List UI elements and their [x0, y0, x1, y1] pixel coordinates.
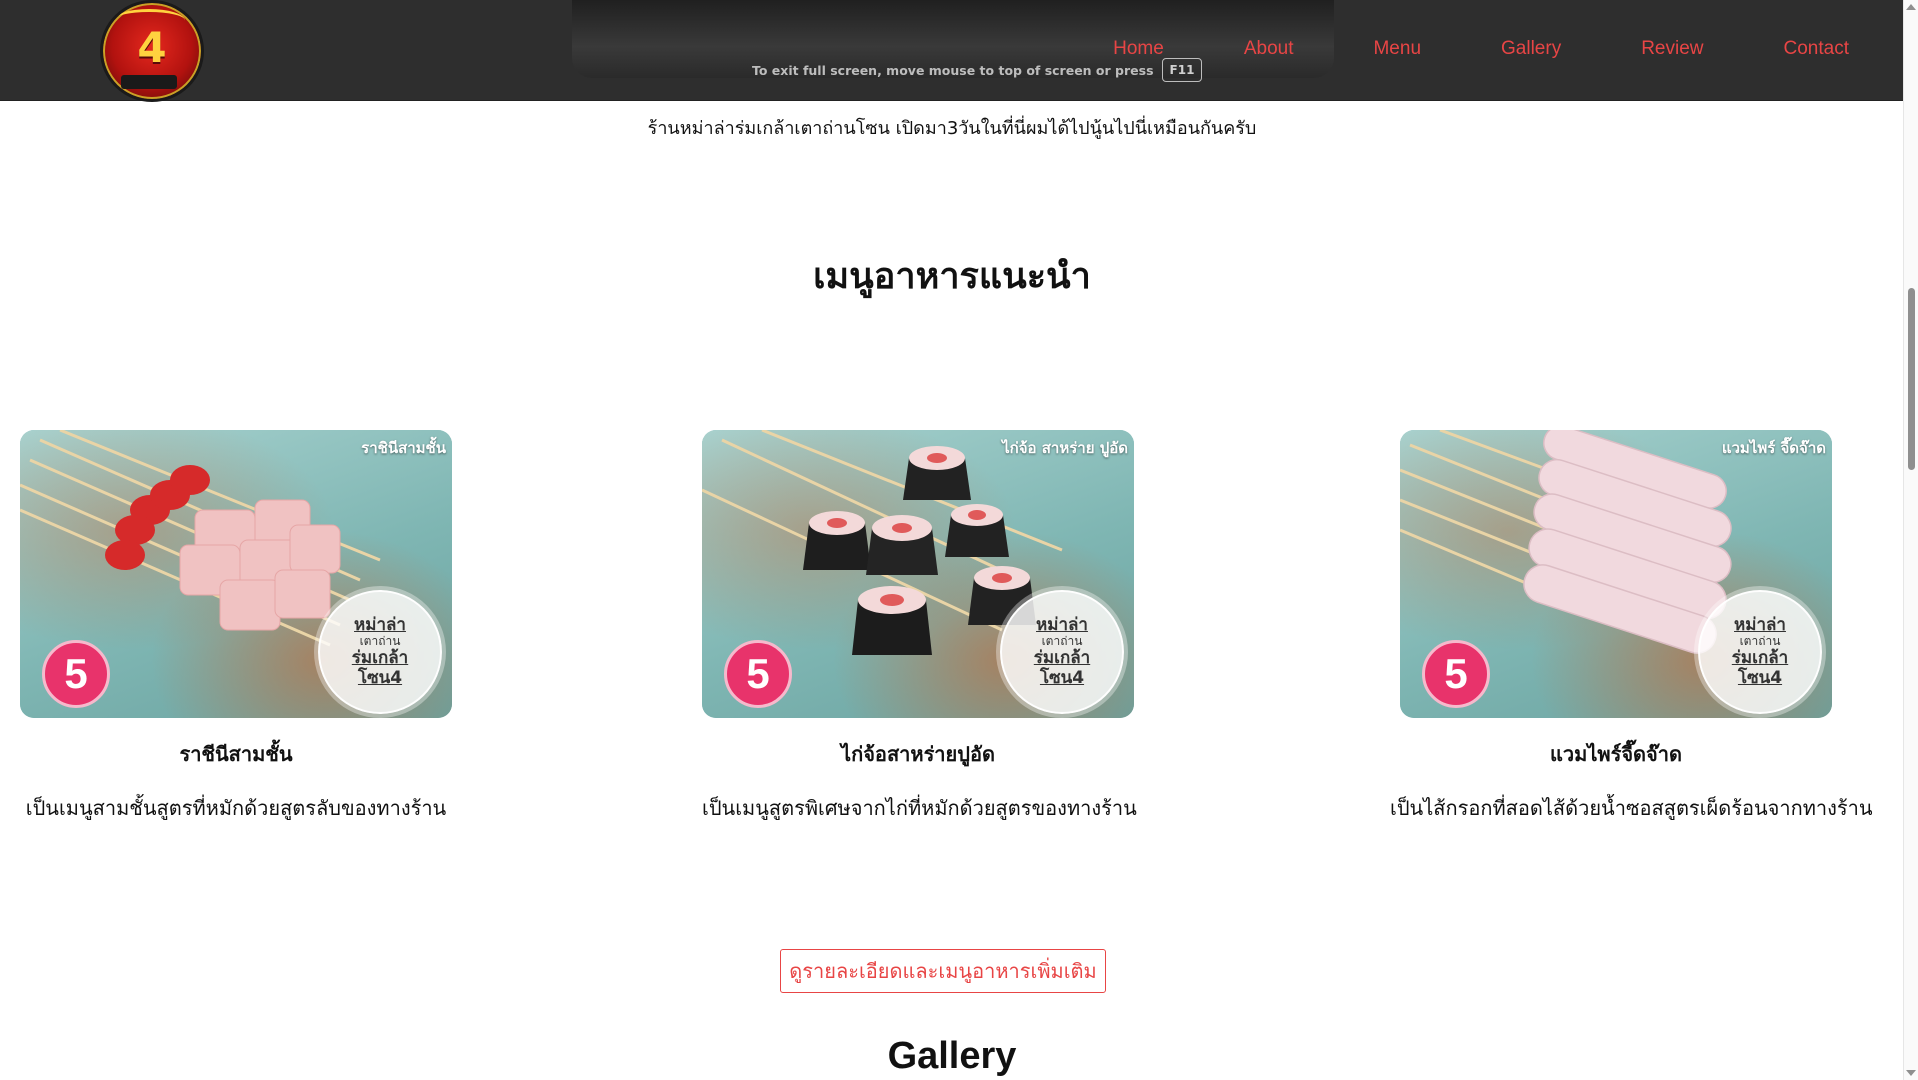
price-badge: 5	[42, 640, 110, 708]
menu-card[interactable]: ไก่จ้อ สาหร่าย ปูอัด 5 หม่าล่า เตาถ่าน ร…	[702, 430, 1137, 824]
stamp-line-1: หม่าล่า	[1036, 614, 1088, 635]
menu-photo[interactable]: ราชินีสามชั้น 5 หม่าล่า เตาถ่าน ร่มเกล้า…	[20, 430, 452, 718]
price-badge: 5	[1422, 640, 1490, 708]
menu-description: เป็นเมนูสูตรพิเศษจากไก่ที่หมักด้วยสูตรขอ…	[702, 796, 1137, 820]
menu-name: แวมไพร์จี๊ดจ๊าด	[1550, 742, 1682, 766]
photo-caption: ราชินีสามชั้น	[361, 439, 446, 457]
menu-card[interactable]: ราชินีสามชั้น 5 หม่าล่า เตาถ่าน ร่มเกล้า…	[20, 430, 452, 824]
scroll-down-icon[interactable]	[1906, 1070, 1916, 1076]
fullscreen-key: F11	[1161, 58, 1203, 82]
main-nav: Home About Menu Gallery Review Contact	[1033, 38, 1849, 60]
brand-stamp-icon: หม่าล่า เตาถ่าน ร่มเกล้า โซน4	[1698, 590, 1822, 714]
nav-contact[interactable]: Contact	[1784, 38, 1849, 60]
stamp-line-2: เตาถ่าน	[1041, 634, 1083, 649]
stamp-line-3: ร่มเกล้า	[1033, 648, 1091, 669]
scroll-up-icon[interactable]	[1906, 4, 1916, 10]
logo-base	[121, 75, 177, 89]
photo-caption: แวมไพร์ จี๊ดจ๊าด	[1721, 439, 1826, 457]
stamp-line-2: เตาถ่าน	[359, 634, 401, 649]
menu-photo[interactable]: แวมไพร์ จี๊ดจ๊าด 5 หม่าล่า เตาถ่าน ร่มเก…	[1400, 430, 1832, 718]
price-badge: 5	[724, 640, 792, 708]
stamp-line-3: ร่มเกล้า	[1731, 648, 1789, 669]
stamp-line-1: หม่าล่า	[354, 614, 406, 635]
menu-description: เป็นไส้กรอกที่สอดไส้ด้วยน้ำซอสสูตรเผ็ดร้…	[1390, 796, 1873, 820]
view-more-menu-button[interactable]: ดูรายละเอียดและเมนูอาหารเพิ่มเติม	[780, 949, 1106, 993]
photo-caption: ไก่จ้อ สาหร่าย ปูอัด	[1002, 439, 1128, 457]
menu-name: ราชีนีสามชั้น	[179, 742, 293, 766]
stamp-line-4: โซน4	[1737, 667, 1783, 688]
brand-stamp-icon: หม่าล่า เตาถ่าน ร่มเกล้า โซน4	[318, 590, 442, 714]
menu-photo[interactable]: ไก่จ้อ สาหร่าย ปูอัด 5 หม่าล่า เตาถ่าน ร…	[702, 430, 1134, 718]
nav-review[interactable]: Review	[1641, 38, 1703, 60]
scroll-thumb[interactable]	[1908, 288, 1915, 470]
stamp-line-2: เตาถ่าน	[1739, 634, 1781, 649]
nav-gallery[interactable]: Gallery	[1501, 38, 1561, 60]
gallery-section-title: Gallery	[887, 1035, 1017, 1077]
fullscreen-hint-text: To exit full screen, move mouse to top o…	[752, 62, 1154, 78]
menu-name: ไก่จ้อสาหร่ายปูอัด	[841, 742, 995, 766]
stamp-line-4: โซน4	[357, 667, 403, 688]
stamp-line-3: ร่มเกล้า	[351, 648, 409, 669]
section-title: เมนูอาหารแนะนำ	[813, 256, 1091, 297]
restaurant-logo-icon[interactable]: 4	[100, 0, 204, 102]
intro-text: ร้านหม่าล่าร่มเกล้าเตาถ่านโซน เปิดมา3วัน…	[647, 118, 1257, 139]
nav-about[interactable]: About	[1244, 38, 1294, 60]
page-scrollbar[interactable]	[1903, 0, 1918, 1080]
menu-card[interactable]: แวมไพร์ จี๊ดจ๊าด 5 หม่าล่า เตาถ่าน ร่มเก…	[1390, 430, 1873, 824]
nav-home[interactable]: Home	[1113, 38, 1164, 60]
brand-stamp-icon: หม่าล่า เตาถ่าน ร่มเกล้า โซน4	[1000, 590, 1124, 714]
menu-description: เป็นเมนูสามชั้นสูตรที่หมักด้วยสูตรลับของ…	[25, 796, 447, 820]
top-navigation-bar: 4 To exit full screen, move mouse to top…	[0, 0, 1904, 102]
stamp-line-4: โซน4	[1039, 667, 1085, 688]
logo-number: 4	[137, 23, 167, 72]
stamp-line-1: หม่าล่า	[1734, 614, 1786, 635]
nav-menu[interactable]: Menu	[1373, 38, 1421, 60]
